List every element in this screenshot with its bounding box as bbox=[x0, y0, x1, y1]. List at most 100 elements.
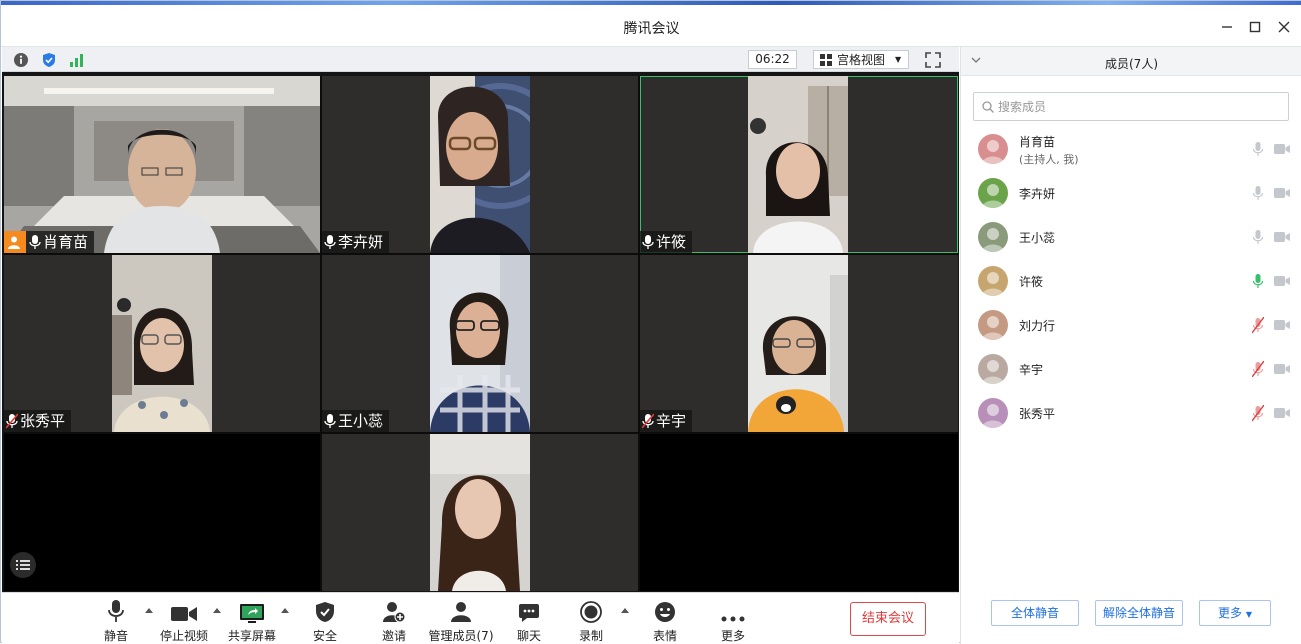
members-panel: 成员(7人) 肖育苗(主持人, 我)李卉妍王小蕊许筱刘力行辛宇张秀平 全体静音 … bbox=[960, 47, 1301, 644]
tile-name: 肖育苗 bbox=[43, 233, 89, 251]
list-icon bbox=[16, 560, 30, 570]
members-panel-title: 成员(7人) bbox=[1105, 57, 1158, 71]
member-row[interactable]: 李卉妍 bbox=[961, 171, 1301, 215]
emoji-icon bbox=[655, 602, 675, 622]
video-tile-3[interactable]: 许筱 bbox=[640, 76, 958, 253]
member-name: 王小蕊 bbox=[1019, 230, 1056, 245]
video-tile-5[interactable]: 王小蕊 bbox=[322, 255, 638, 432]
video-tile-7 bbox=[4, 434, 320, 591]
camera-icon[interactable] bbox=[1274, 319, 1290, 331]
video-tile-6[interactable]: 辛宇 bbox=[640, 255, 958, 432]
emoji-button[interactable]: 表情 bbox=[651, 599, 679, 644]
minimize-icon bbox=[1222, 26, 1232, 28]
chat-icon bbox=[519, 604, 539, 622]
avatar bbox=[978, 310, 1008, 340]
avatar bbox=[978, 178, 1008, 208]
participant-video bbox=[748, 255, 848, 432]
camera-icon[interactable] bbox=[1274, 407, 1290, 419]
member-name: 李卉妍 bbox=[1019, 186, 1056, 201]
record-button[interactable]: 录制 bbox=[577, 599, 605, 644]
camera-icon[interactable] bbox=[1274, 363, 1290, 375]
member-name: 辛宇 bbox=[1019, 362, 1044, 377]
member-search-box[interactable] bbox=[973, 92, 1289, 121]
tile-name: 张秀平 bbox=[20, 412, 66, 430]
member-name: 许筱 bbox=[1019, 274, 1044, 289]
member-name: 肖育苗 bbox=[1019, 135, 1056, 149]
mic-options-caret[interactable] bbox=[145, 608, 153, 613]
panel-more-button[interactable]: 更多 ▼ bbox=[1199, 600, 1271, 626]
mute-button[interactable]: 静音 bbox=[99, 599, 133, 644]
mic-muted-icon[interactable] bbox=[1252, 405, 1264, 421]
invite-button[interactable]: 邀请 bbox=[380, 599, 408, 644]
mic-icon bbox=[324, 235, 336, 249]
maximize-button[interactable] bbox=[1243, 15, 1267, 39]
member-row[interactable]: 张秀平 bbox=[961, 391, 1301, 435]
fullscreen-button[interactable] bbox=[924, 51, 942, 69]
member-role: (主持人, 我) bbox=[1019, 153, 1079, 166]
mic-icon[interactable] bbox=[1252, 273, 1264, 289]
participant-video bbox=[112, 255, 212, 432]
chat-float-button[interactable] bbox=[10, 552, 36, 578]
mic-icon bbox=[324, 414, 336, 428]
mic-icon bbox=[29, 235, 41, 249]
member-row[interactable]: 肖育苗 (主持人, 我) bbox=[961, 127, 1301, 171]
avatar bbox=[978, 134, 1008, 164]
meeting-toolbar: 静音 停止视频 共享屏幕 安全 邀请 管理成员(7) 聊天 录制 表情 更多 结… bbox=[2, 592, 959, 644]
caret-down-icon: ▼ bbox=[1245, 610, 1252, 619]
member-search-input[interactable] bbox=[998, 99, 1278, 114]
mic-muted-icon[interactable] bbox=[1252, 361, 1264, 377]
more-icon bbox=[721, 616, 745, 622]
video-tile-4[interactable]: 张秀平 bbox=[4, 255, 320, 432]
camera-icon[interactable] bbox=[1274, 275, 1290, 287]
meeting-window: 腾讯会议 06:22 宫格视图 ▼ 肖育苗 李卉妍 许筱 张秀平 王小蕊 辛宇 … bbox=[0, 0, 1301, 644]
info-icon bbox=[14, 53, 28, 67]
video-tile-8[interactable] bbox=[322, 434, 638, 591]
mute-all-button[interactable]: 全体静音 bbox=[991, 600, 1079, 626]
camera-icon[interactable] bbox=[1274, 231, 1290, 243]
share-options-caret[interactable] bbox=[281, 608, 289, 613]
minimize-button[interactable] bbox=[1215, 15, 1239, 39]
video-options-caret[interactable] bbox=[213, 608, 221, 613]
mic-icon[interactable] bbox=[1252, 229, 1264, 245]
record-options-caret[interactable] bbox=[621, 608, 629, 613]
close-icon bbox=[1278, 21, 1290, 33]
mic-muted-icon[interactable] bbox=[1252, 317, 1264, 333]
invite-label: 邀请 bbox=[381, 629, 406, 643]
tile-name-label: 许筱 bbox=[640, 231, 693, 253]
camera-icon[interactable] bbox=[1274, 143, 1290, 155]
manage-members-button[interactable]: 管理成员(7) bbox=[429, 599, 494, 644]
signal-icon bbox=[70, 54, 83, 67]
mic-icon[interactable] bbox=[1252, 141, 1264, 157]
member-name: 刘力行 bbox=[1019, 318, 1056, 333]
mic-icon[interactable] bbox=[1252, 185, 1264, 201]
share-screen-icon bbox=[240, 604, 264, 623]
camera-icon[interactable] bbox=[1274, 187, 1290, 199]
view-mode-dropdown[interactable]: 宫格视图 ▼ bbox=[813, 50, 909, 69]
member-row[interactable]: 许筱 bbox=[961, 259, 1301, 303]
member-row[interactable]: 刘力行 bbox=[961, 303, 1301, 347]
end-meeting-button[interactable]: 结束会议 bbox=[850, 602, 926, 636]
chat-label: 聊天 bbox=[516, 629, 541, 643]
close-button[interactable] bbox=[1272, 15, 1296, 39]
tile-name: 许筱 bbox=[656, 233, 687, 251]
mic-icon bbox=[642, 235, 654, 249]
member-row[interactable]: 王小蕊 bbox=[961, 215, 1301, 259]
network-status-button[interactable] bbox=[69, 52, 85, 68]
meeting-main: 06:22 宫格视图 ▼ 肖育苗 李卉妍 许筱 张秀平 王小蕊 辛宇 静音 停止… bbox=[2, 47, 959, 644]
security-button[interactable]: 安全 bbox=[311, 599, 339, 644]
member-row[interactable]: 辛宇 bbox=[961, 347, 1301, 391]
status-strip: 06:22 宫格视图 ▼ bbox=[2, 47, 959, 72]
info-button[interactable] bbox=[13, 52, 29, 68]
security-status-button[interactable] bbox=[41, 52, 57, 68]
chat-button[interactable]: 聊天 bbox=[515, 599, 543, 644]
participant-video bbox=[430, 76, 530, 253]
more-button[interactable]: 更多 bbox=[719, 599, 747, 644]
video-grid: 肖育苗 李卉妍 许筱 张秀平 王小蕊 辛宇 bbox=[4, 76, 958, 591]
video-tile-2[interactable]: 李卉妍 bbox=[322, 76, 638, 253]
video-tile-1[interactable]: 肖育苗 bbox=[4, 76, 320, 253]
avatar bbox=[978, 354, 1008, 384]
share-screen-button[interactable]: 共享屏幕 bbox=[228, 599, 276, 644]
window-title: 腾讯会议 bbox=[623, 21, 680, 37]
stop-video-button[interactable]: 停止视频 bbox=[159, 599, 209, 644]
unmute-all-button[interactable]: 解除全体静音 bbox=[1095, 600, 1183, 626]
